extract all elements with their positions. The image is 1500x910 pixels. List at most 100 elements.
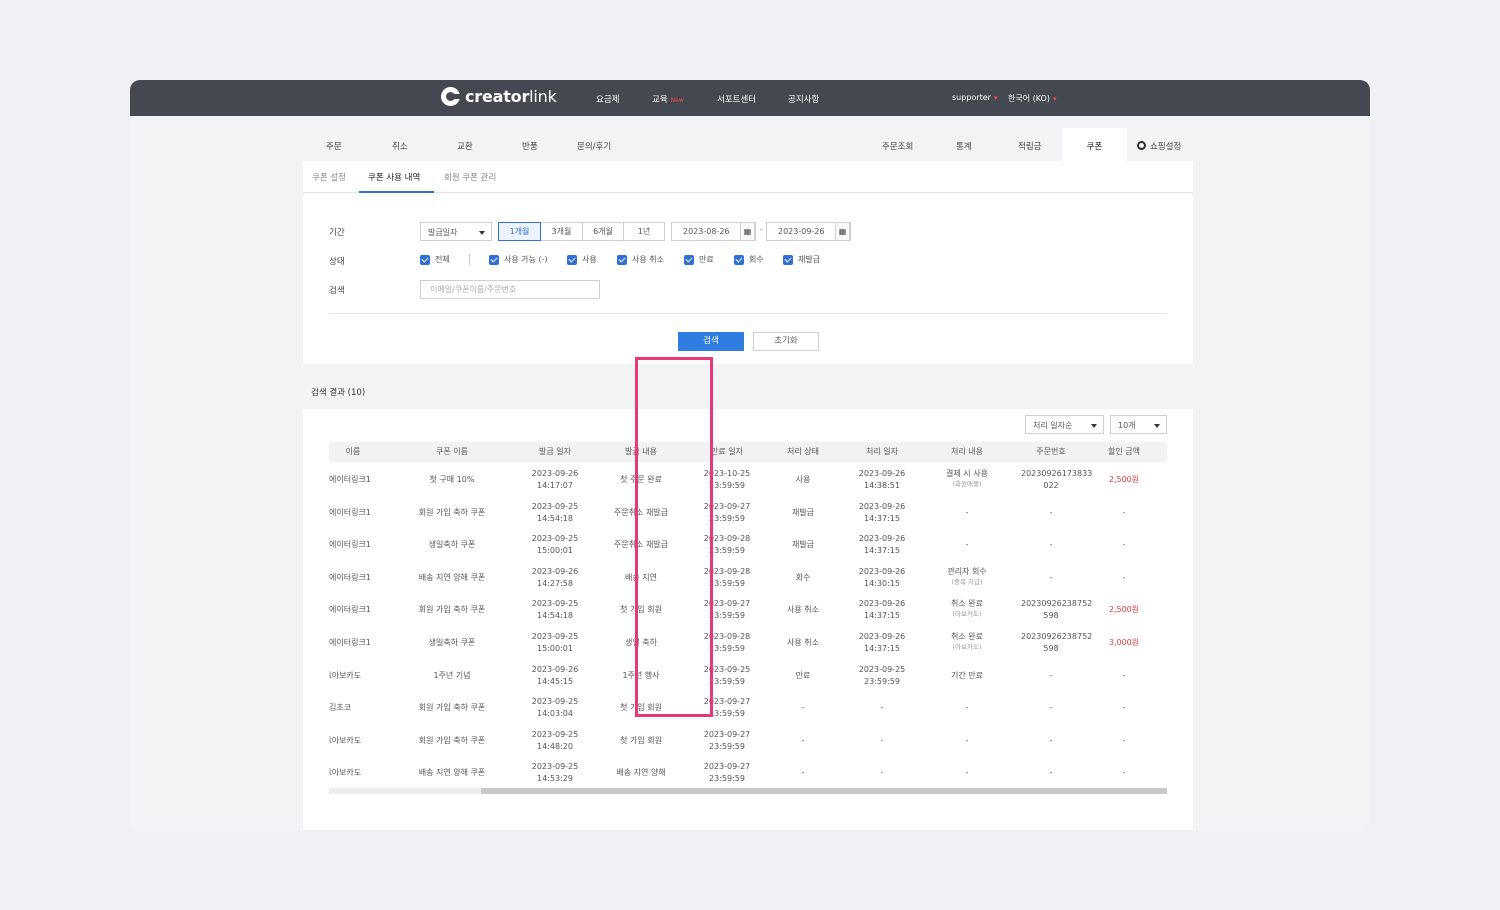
nav-item-notice[interactable]: 공지사항 [788, 93, 819, 105]
table-row[interactable]: 에이터링크1 회원 가입 축하 쿠폰 2023-09-25 14:54:18 첫 가입 … [329, 596, 1167, 629]
column-header-expiry-date: 만료 일자 [699, 442, 755, 462]
cell-name: 에이터링크1 [329, 605, 371, 615]
creatorlink-logo[interactable]: creatorlink [441, 87, 557, 106]
user-menu[interactable]: supporter ▾ [952, 93, 997, 102]
table-row[interactable]: 에이터링크1 첫 구매 10% 2023-09-26 14:17:07 첫 주문 완료 2… [329, 466, 1167, 499]
checkbox-checked-icon [783, 254, 793, 265]
cell-issue-date: 2023-09-25 14:53:29 [527, 761, 583, 785]
cell-line: 2023-09-28 [703, 534, 751, 544]
cell-status: 재발급 [791, 540, 815, 550]
calendar-icon[interactable]: ▦ [740, 222, 755, 241]
table-row[interactable]: ἰ아보카도 1주년 기념 2023-09-26 14:45:15 1주년 행사 2023-… [329, 662, 1167, 695]
cell-process-detail: - [913, 767, 1021, 779]
date-from-input[interactable]: 2023-08-26 ▦ [671, 222, 756, 241]
tab-coupon[interactable]: 쿠폰 [1062, 128, 1127, 161]
nav-item-pricing[interactable]: 요금제 [596, 93, 619, 105]
cell-issue-detail: 주문취소 재발급 [613, 507, 669, 517]
range-3-months-button[interactable]: 3개월 [540, 222, 583, 241]
cell-coupon-name: 첫 구매 10% [429, 475, 475, 484]
tab-order-lookup[interactable]: 주문조회 [882, 140, 913, 152]
cell-process-detail: - [913, 507, 1021, 519]
cell-note: (아보카도) [952, 610, 982, 619]
tab-inquiry-review[interactable]: 문의/후기 [577, 140, 611, 152]
table-row[interactable]: 에이터링크1 회원 가입 축하 쿠폰 2023-09-25 14:54:18 주문취소 … [329, 499, 1167, 532]
table-row[interactable]: 에이터링크1 생일축하 쿠폰 2023-09-25 15:00:01 생일 축하 2023… [329, 629, 1167, 662]
period-label: 기간 [329, 228, 345, 238]
tab-shop-settings[interactable]: 쇼핑설정 [1137, 140, 1181, 152]
cell-issue-detail: 배송 지연 [625, 572, 657, 582]
range-1-month-button[interactable]: 1개월 [498, 222, 541, 241]
table-row[interactable]: ἰ아보카도 회원 가입 축하 쿠폰 2023-09-25 14:48:20 첫 가입 회… [329, 727, 1167, 760]
table-row[interactable]: 에이터링크1 생일축하 쿠폰 2023-09-25 15:00:01 주문취소 재발급 2… [329, 531, 1167, 564]
calendar-icon[interactable]: ▦ [835, 222, 850, 241]
language-selector[interactable]: 한국어 (KO) ▾ [1008, 93, 1057, 104]
tab-order[interactable]: 주문 [326, 140, 342, 152]
status-checkbox-all[interactable]: 전체 [420, 254, 450, 265]
date-to-input[interactable]: 2023-09-26 ▦ [766, 222, 851, 241]
tab-points[interactable]: 적립금 [1018, 140, 1041, 152]
cell-line: 2023-09-26 [858, 632, 906, 641]
nav-item-education[interactable]: 교육 New [652, 93, 684, 105]
cell-line: 14:54:18 [537, 513, 573, 523]
table-row[interactable]: 김초코 회원 가입 축하 쿠폰 2023-09-25 14:03:04 첫 가입 회원 2… [329, 694, 1167, 727]
cell-line: - [1049, 703, 1053, 713]
cell-status: - [801, 768, 805, 778]
nav-item-support[interactable]: 서포트센터 [717, 93, 756, 105]
search-button[interactable]: 검색 [678, 332, 744, 351]
cell-status: 사용 취소 [787, 638, 819, 647]
status-checkbox-use-cancelled[interactable]: 사용 취소 [617, 254, 664, 265]
cell-line: 결제 시 사용 [946, 469, 988, 478]
subtab-coupon-settings[interactable]: 쿠폰 설정 [312, 171, 346, 183]
cell-issue-date: 2023-09-26 14:17:07 [527, 468, 583, 492]
tab-cancel[interactable]: 취소 [392, 140, 408, 152]
reset-button[interactable]: 초기화 [753, 332, 819, 351]
status-checkbox-reissued[interactable]: 재발급 [783, 254, 820, 265]
results-panel: 처리 일자순 10개 이름 쿠폰 이름 발급 일자 발급 내용 만료 일자 처리 상태 처리… [303, 409, 1193, 830]
cell-line: - [1049, 670, 1053, 680]
status-checkbox-revoked[interactable]: 회수 [734, 254, 764, 265]
cell-processed-date: 2023-09-26 14:37:15 [851, 598, 913, 622]
cell-order-number: - [1021, 735, 1081, 747]
cell-line: 23:59:59 [709, 741, 745, 751]
date-type-select[interactable]: 발급일자 [420, 222, 492, 241]
table-row[interactable]: 에이터링크1 배송 지연 양해 쿠폰 2023-09-26 14:27:58 배송 지연… [329, 564, 1167, 597]
cell-issue-date: 2023-09-26 14:27:58 [527, 566, 583, 590]
cell-discount: - [1122, 507, 1126, 517]
scrollbar-thumb[interactable] [481, 788, 1167, 794]
status-checkbox-label: 사용 [582, 255, 597, 264]
cell-line: 2023-09-26 [858, 469, 906, 478]
cell-order-number: - [1021, 572, 1081, 584]
cell-issue-detail: 1주년 행사 [622, 670, 660, 680]
checkbox-checked-icon [567, 254, 577, 265]
cell-process-detail: - [913, 735, 1021, 747]
cell-discount: - [1122, 540, 1126, 550]
subtab-member-coupons[interactable]: 회원 쿠폰 관리 [444, 171, 496, 183]
search-label: 검색 [329, 286, 345, 296]
status-checkbox-expired[interactable]: 만료 [684, 254, 714, 265]
cell-name: ἰ아보카도 [329, 735, 362, 745]
tab-statistics[interactable]: 통계 [956, 140, 972, 152]
search-input[interactable] [420, 280, 600, 299]
cell-name: 김초코 [329, 703, 352, 713]
cell-line: - [965, 703, 969, 713]
subtab-coupon-usage[interactable]: 쿠폰 사용 내역 [368, 171, 420, 183]
tab-exchange[interactable]: 교환 [457, 140, 473, 152]
sort-select[interactable]: 처리 일자순 [1025, 415, 1104, 434]
range-6-months-button[interactable]: 6개월 [582, 222, 624, 241]
cell-line: 20230926173833 [1021, 469, 1093, 478]
cell-issue-date: 2023-09-25 15:00:01 [527, 533, 583, 557]
tab-return[interactable]: 반품 [522, 140, 538, 152]
range-1-year-button[interactable]: 1년 [623, 222, 665, 241]
cell-name: ἰ아보카도 [329, 670, 362, 680]
status-checkbox-used[interactable]: 사용 [567, 254, 597, 265]
date-to-value: 2023-09-26 [778, 227, 825, 236]
cell-line: 598 [1043, 611, 1059, 621]
page-size-select[interactable]: 10개 [1110, 415, 1167, 434]
cell-line: - [1049, 735, 1053, 745]
cell-coupon-name: 회원 가입 축하 쿠폰 [418, 605, 486, 615]
horizontal-scrollbar[interactable] [329, 788, 1167, 794]
status-checkbox-label: 회수 [749, 255, 764, 264]
status-checkbox-available[interactable]: 사용 가능 (-) [489, 254, 548, 265]
cell-line: - [1049, 507, 1053, 517]
cell-process-detail: - [913, 539, 1021, 551]
